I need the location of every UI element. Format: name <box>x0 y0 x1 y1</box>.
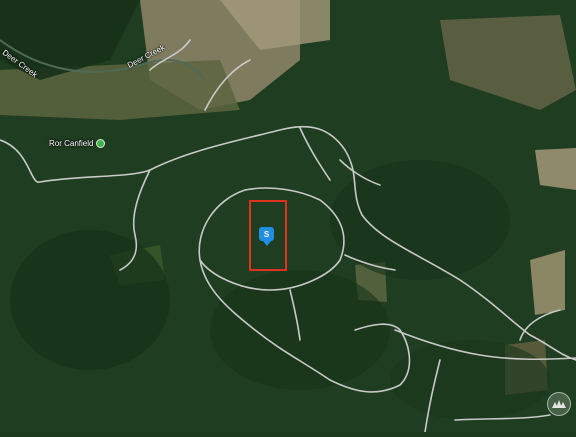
poi-ror-canfield[interactable]: Ror Canfield <box>49 139 106 148</box>
poi-label: Ror Canfield <box>49 139 94 148</box>
map-view[interactable]: Deer Creek Deer Creek Ror Canfield S <box>0 0 576 433</box>
mountain-logo-icon <box>547 392 571 416</box>
marker-pointer-icon <box>262 241 271 246</box>
park-pin-icon <box>96 139 106 148</box>
property-marker[interactable]: S <box>259 227 274 246</box>
marker-label: S <box>259 227 274 241</box>
satellite-imagery <box>0 0 576 433</box>
